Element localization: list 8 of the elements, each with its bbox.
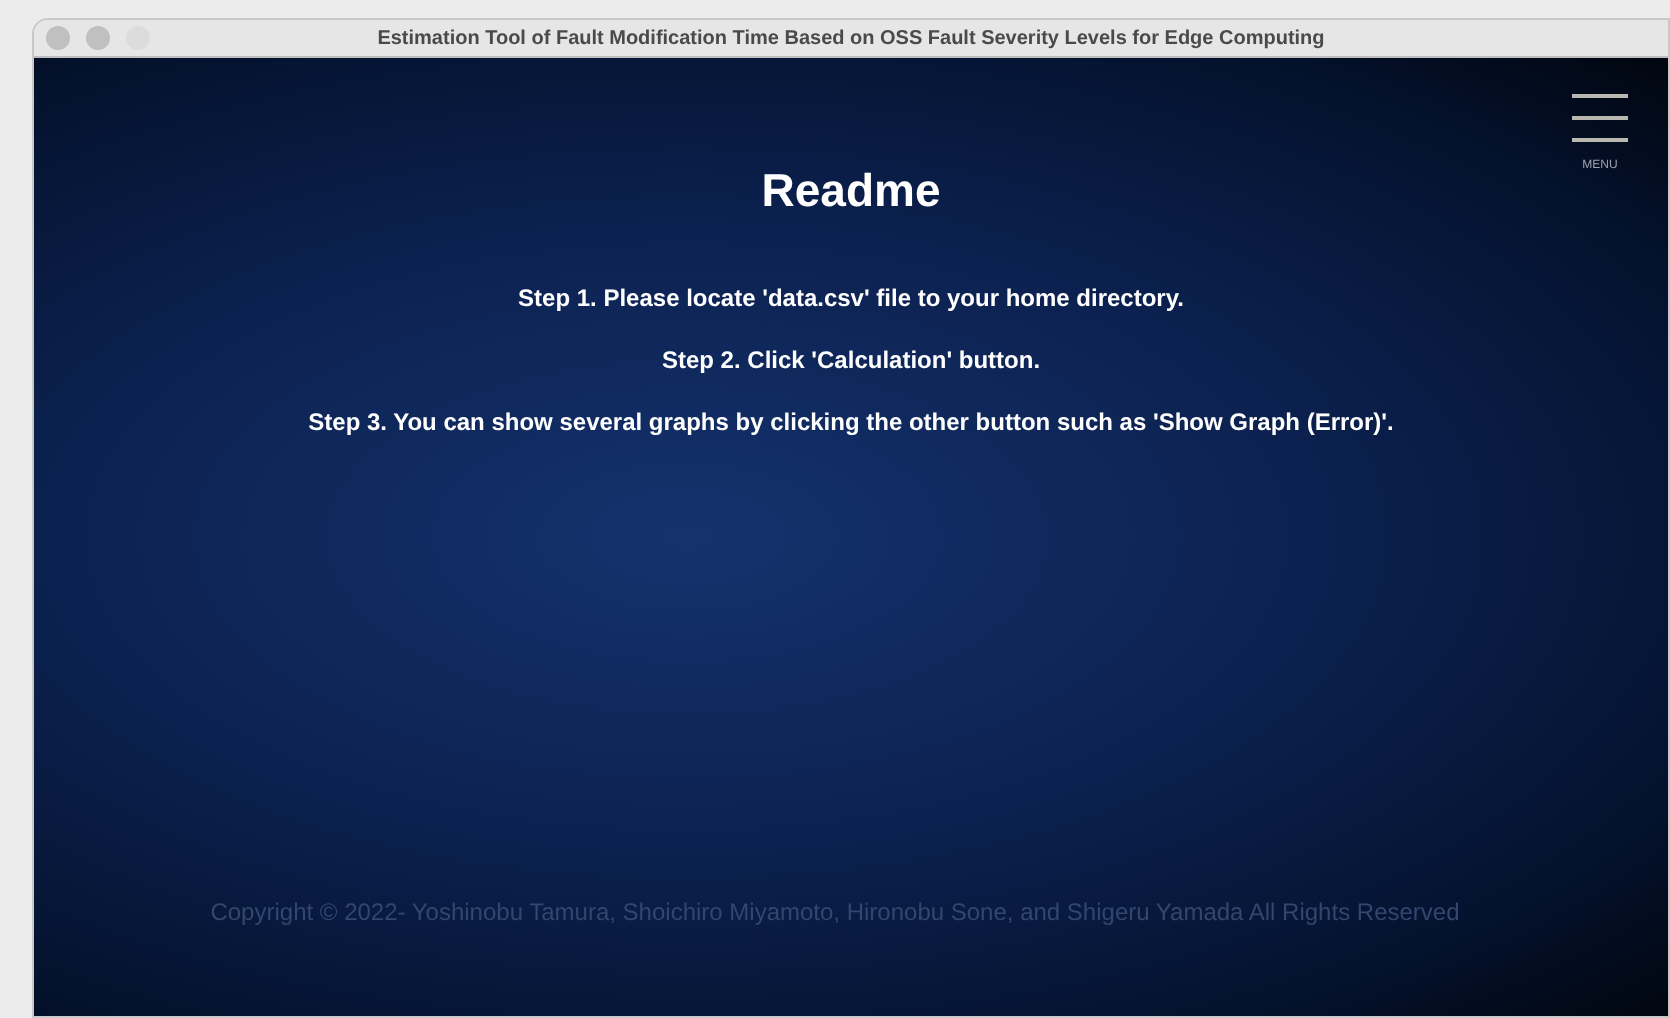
close-icon[interactable] — [46, 26, 70, 50]
minimize-icon[interactable] — [86, 26, 110, 50]
step-text: Step 3. You can show several graphs by clicking the other button such as 'Show Graph (Error)'. — [308, 405, 1394, 439]
window-title: Estimation Tool of Fault Modification Time Based on OSS Fault Severity Levels for Edge Computing — [377, 25, 1325, 53]
page-heading: Readme — [761, 162, 941, 220]
step-text: Step 2. Click 'Calculation' button. — [661, 343, 1041, 377]
hamburger-icon — [1572, 94, 1628, 142]
step-text: Step 1. Please locate 'data.csv' file to your home directory. — [518, 281, 1184, 315]
